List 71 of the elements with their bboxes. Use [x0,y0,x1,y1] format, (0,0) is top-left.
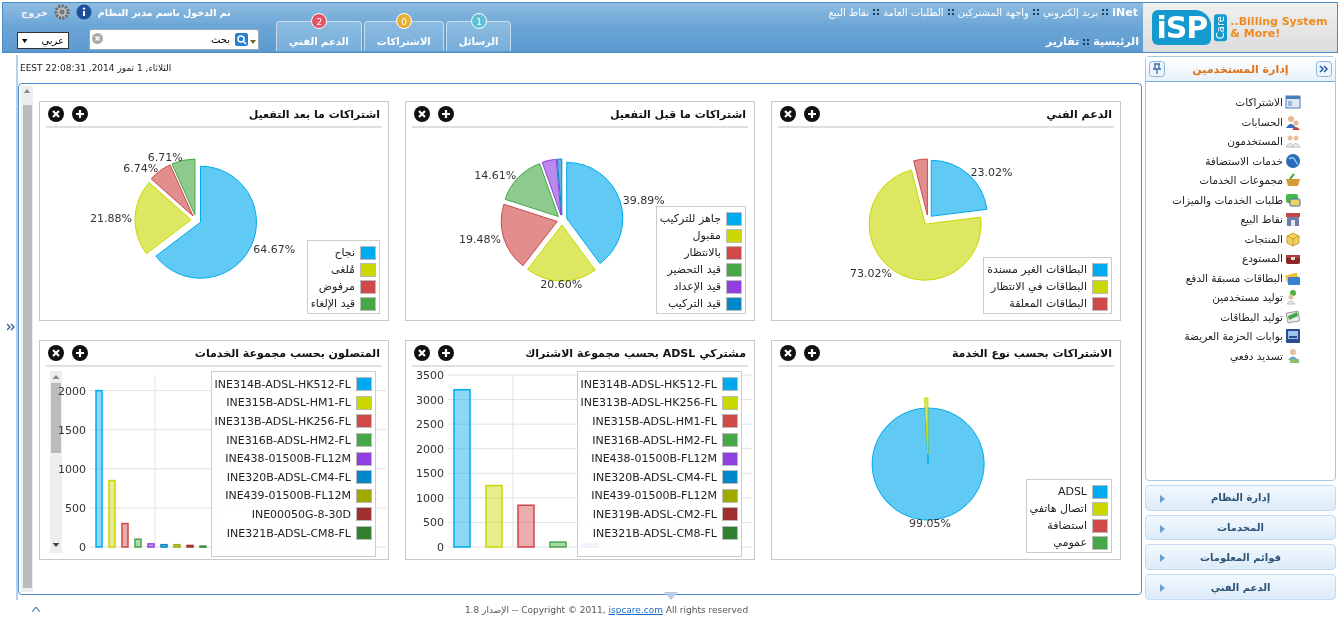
legend-label: INE314B-ADSL-HK512-FL [580,377,717,391]
legend-label: INE313B-ADSL-HK256-FL [214,415,351,428]
legend-label: INE313B-ADSL-HK256-FL [580,396,717,410]
value-label: 21.88% [90,211,132,225]
count-badge: 2 [311,13,328,29]
axis-label: 2000 [58,384,86,398]
legend-label: INE439-01500B-FL12M [225,489,351,503]
legend-label: استضافة [1047,519,1087,532]
value-label: 14.61% [474,169,517,183]
legend-label: قيد الإعداد [673,280,721,293]
legend-label: INE314B-ADSL-HK512-FL [214,377,351,391]
legend-label: INE321B-ADSL-CM8-FL [592,526,717,540]
value-label: 23.02% [970,166,1013,179]
legend-label: مقبول [692,229,721,242]
axis-label: 500 [423,516,444,530]
legend-label: البطاقات الغير مسندة [987,263,1087,276]
value-label: 19.48% [458,232,501,246]
axis-label: 2000 [416,442,444,456]
legend-label: INE315B-ADSL-HM1-FL [226,396,351,410]
panel-title: المتصلون بحسب مجموعة الخدمات [193,346,380,360]
legend-label: قيد التركيب [668,297,721,310]
legend-label: البطاقات المعلقة [1009,297,1087,310]
legend-label: جاهز للتركيب [659,212,721,225]
legend-label: ADSL [1057,485,1087,498]
legend-label: INE319B-ADSL-CM2-FL [592,507,717,521]
legend-label: عمومي [1053,536,1087,549]
axis-label: 2500 [416,418,444,432]
date-time: الثلاثاء, 1 تموز 2014, 22:08:31 EEST [20,63,172,73]
legend-label: INE315B-ADSL-HM1-FL [592,415,717,428]
axis-label: 3500 [416,369,444,382]
legend-label: INE00050G-8-30D [251,507,351,521]
panel-title: الاشتراكات بحسب نوع الخدمة [950,346,1112,360]
axis-label: 1500 [416,467,444,481]
axis-label: 500 [65,501,86,515]
count-badge: 1 [471,13,488,29]
legend-label: البطاقات في الانتظار [991,280,1087,293]
axis-label: 3000 [416,393,444,407]
panel-title: إدارة المستخدمين [1192,62,1289,76]
legend-label: مرفوض [318,280,355,293]
value-label: 6.71% [147,151,183,165]
axis-label: 0 [79,541,86,554]
legend-label: INE439-01500B-FL12M [591,489,717,503]
legend-label: INE438-01500B-FL12M [225,452,351,466]
count-badge: 0 [396,13,413,29]
value-label: 73.02% [849,266,892,280]
legend-label: INE438-01500B-FL12M [591,452,717,466]
legend-label: INE320B-ADSL-CM4-FL [226,470,351,484]
legend-label: اتصال هاتفي [1029,502,1087,515]
axis-label: 1500 [58,423,86,437]
legend-label: INE320B-ADSL-CM4-FL [592,470,717,484]
legend-label: مُلغى [331,263,355,276]
axis-label: 1000 [416,491,444,505]
panel-title: مشتركي ADSL بحسب مجموعة الاشتراك [524,346,746,360]
value-label: 6.74% [123,162,159,176]
legend-label: INE321B-ADSL-CM8-FL [226,526,351,540]
value-label: 20.60% [540,278,583,291]
axis-label: 1000 [58,462,86,476]
legend-label: INE316B-ADSL-HM2-FL [592,433,717,447]
panel-title: اشتراكات ما قبل التفعيل [608,107,746,121]
panel-title: الدعم الفني [1045,107,1112,121]
legend-label: قيد التحضير [667,263,721,276]
value-label: 64.67% [253,242,296,256]
value-label: 39.89% [622,194,665,207]
legend-label: قيد الإلغاء [310,297,355,310]
axis-label: 0 [437,541,444,554]
legend-label: نجاح [334,246,355,259]
value-label: 99.05% [908,517,951,530]
legend-label: بالانتظار [684,246,721,259]
panel-title: اشتراكات ما بعد التفعيل [247,107,380,121]
user-status: تم الدخول باسم مدير النظام [97,6,231,18]
legend-label: INE316B-ADSL-HM2-FL [226,433,351,447]
